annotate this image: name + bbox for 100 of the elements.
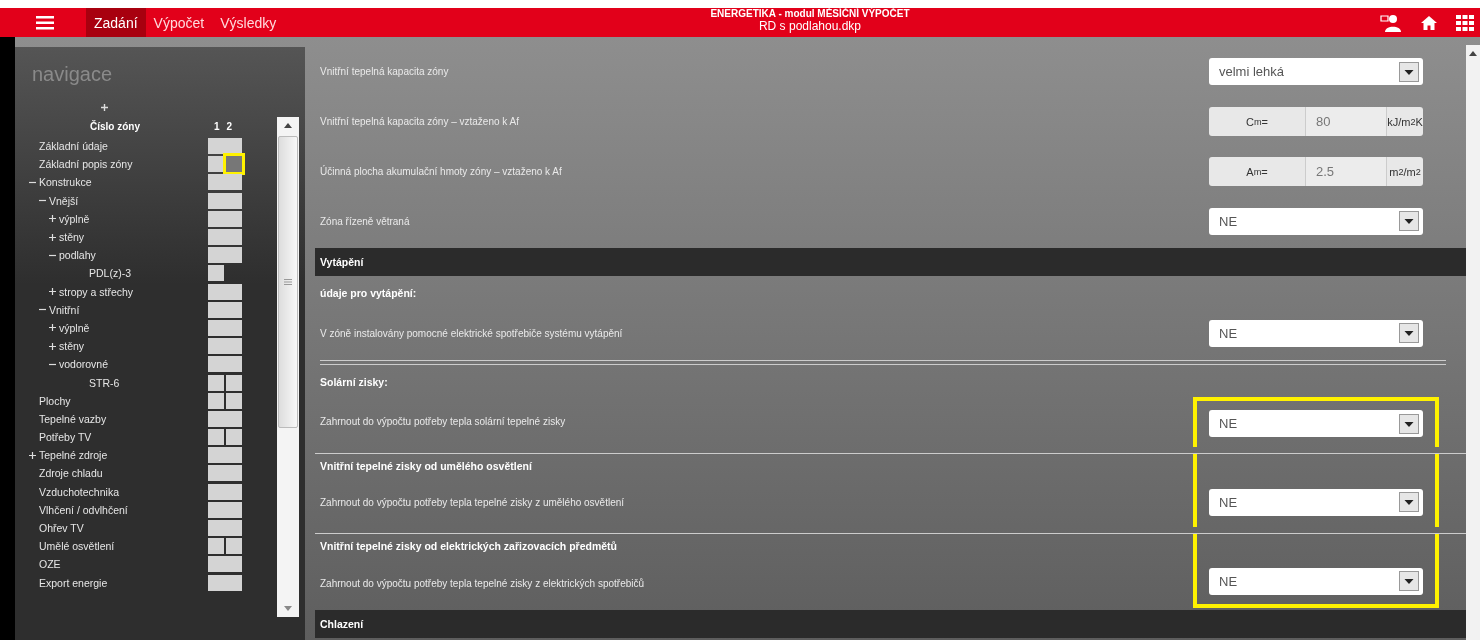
- zone-cell[interactable]: [208, 247, 242, 264]
- zone-cell[interactable]: [208, 520, 242, 537]
- zone-cell[interactable]: [226, 429, 242, 446]
- home-icon[interactable]: [1420, 14, 1438, 31]
- zone-cell[interactable]: [208, 410, 242, 427]
- zone-cell[interactable]: [208, 319, 242, 336]
- nav-item[interactable]: podlahy: [59, 249, 96, 262]
- plus-icon[interactable]: [49, 324, 56, 332]
- plus-icon[interactable]: [49, 233, 56, 241]
- scroll-down-icon[interactable]: [284, 606, 292, 611]
- section-header: Vytápění: [315, 248, 1466, 277]
- zone-cell[interactable]: [208, 283, 242, 300]
- field-label: Zahrnout do výpočtu potřeby tepla tepelné zisky z elektrických spotřebičů: [320, 577, 646, 589]
- zone-cell[interactable]: [208, 138, 242, 155]
- zone-cell[interactable]: [208, 356, 242, 373]
- field-label: Vnitřní tepelná kapacita zóny – vztaženo k Af: [320, 116, 520, 128]
- plus-icon[interactable]: [49, 342, 56, 350]
- zone-cell[interactable]: [208, 574, 242, 591]
- zone-cell[interactable]: [208, 392, 224, 409]
- field-label: Zahrnout do výpočtu potřeby tepla tepelné zisky z umělého osvětlení: [320, 496, 626, 508]
- menu-icon[interactable]: [36, 15, 54, 30]
- nav-item[interactable]: Vnitřní: [49, 303, 80, 316]
- zone-cell[interactable]: [208, 538, 224, 555]
- zone-cell[interactable]: [208, 192, 242, 209]
- scrollbar[interactable]: [277, 117, 299, 617]
- nav-item[interactable]: OZE: [39, 558, 61, 571]
- nav-item[interactable]: Konstrukce: [39, 176, 92, 189]
- zone-cell[interactable]: [208, 374, 224, 391]
- user-edit-icon[interactable]: [1380, 13, 1402, 32]
- caret-icon: [1399, 492, 1419, 513]
- nav-tab[interactable]: Výsledky: [212, 8, 285, 37]
- field-label: Vnitřní tepelná kapacita zóny: [320, 66, 450, 78]
- zone-cell[interactable]: [208, 501, 242, 518]
- field-label: V zóně instalovány pomocné elektrické spotřebiče systému vytápění: [320, 327, 624, 339]
- nav-tab[interactable]: Výpočet: [145, 8, 213, 37]
- zone-cell[interactable]: [208, 465, 242, 482]
- dropdown[interactable]: NE: [1209, 207, 1423, 235]
- zone-cell[interactable]: [208, 229, 242, 246]
- caret-icon: [1399, 211, 1419, 232]
- zone-cell[interactable]: [208, 265, 224, 282]
- nav-item[interactable]: stěny: [59, 231, 85, 244]
- app-title: ENERGETIKA - modul MĚSÍČNÍ VÝPOČET: [710, 8, 910, 19]
- dropdown[interactable]: NE: [1209, 319, 1423, 347]
- plus-icon[interactable]: [49, 215, 56, 223]
- nav-item[interactable]: Ohřev TV: [39, 522, 84, 535]
- nav-item[interactable]: Umělé osvětlení: [39, 540, 115, 553]
- plus-icon[interactable]: [49, 288, 56, 296]
- zone-cell[interactable]: [208, 301, 242, 318]
- caret-icon: [1399, 571, 1419, 592]
- nav-item[interactable]: Základní údaje: [39, 140, 108, 153]
- nav-item[interactable]: stropy a střechy: [59, 285, 134, 298]
- dropdown[interactable]: NE: [1209, 567, 1423, 595]
- nav-item[interactable]: Export energie: [39, 576, 108, 589]
- nav-item[interactable]: stěny: [59, 340, 85, 353]
- zone-cell[interactable]: [208, 556, 242, 573]
- sidebar-title: navigace: [31, 62, 114, 87]
- dropdown[interactable]: NE: [1209, 410, 1423, 438]
- zone-cell[interactable]: [208, 429, 224, 446]
- nav-item[interactable]: Plochy: [39, 394, 71, 407]
- zone-cell[interactable]: [226, 538, 242, 555]
- zone-number: 2: [226, 120, 233, 132]
- nav-item[interactable]: Potřeby TV: [39, 431, 92, 444]
- nav-item[interactable]: výplně: [59, 212, 90, 225]
- subheading: údaje pro vytápění:: [320, 287, 418, 300]
- zone-cell[interactable]: [226, 156, 242, 173]
- zone-cell[interactable]: [208, 483, 242, 500]
- nav-item[interactable]: vodorovné: [59, 358, 109, 371]
- plus-icon[interactable]: [101, 103, 108, 111]
- caret-icon: [1399, 413, 1419, 434]
- grid-icon[interactable]: [1456, 14, 1474, 31]
- zone-cell[interactable]: [208, 338, 242, 355]
- scroll-up-icon[interactable]: [1469, 51, 1477, 56]
- plus-icon[interactable]: [29, 451, 36, 459]
- nav-item[interactable]: výplně: [59, 321, 90, 334]
- value-field: 2.5: [1306, 157, 1387, 187]
- zone-cell[interactable]: [208, 174, 242, 191]
- nav-item[interactable]: Vzduchotechnika: [39, 485, 119, 498]
- nav-item[interactable]: Vlhčení / odvlhčení: [39, 503, 128, 516]
- nav-item[interactable]: Tepelné zdroje: [39, 449, 108, 462]
- zone-cell[interactable]: [208, 210, 242, 227]
- nav-item[interactable]: PDL(z)-3: [69, 267, 131, 280]
- nav-item[interactable]: STR-6: [69, 376, 120, 389]
- zone-cell[interactable]: [226, 374, 242, 391]
- scroll-thumb[interactable]: [278, 136, 298, 428]
- nav-tab[interactable]: Zadání: [86, 8, 146, 37]
- dropdown[interactable]: velmi lehká: [1209, 58, 1423, 86]
- field-label: Zahrnout do výpočtu potřeby tepla solární tepelné zisky: [320, 416, 567, 428]
- scrollbar[interactable]: [1466, 45, 1480, 640]
- subheading: Vnitřní tepelné zisky od umělého osvětlení: [320, 459, 533, 472]
- field-label: Účinná plocha akumulační hmoty zóny – vztaženo k Af: [320, 166, 563, 178]
- nav-item[interactable]: Zdroje chladu: [39, 467, 103, 480]
- zone-cell[interactable]: [208, 447, 242, 464]
- zone-cell[interactable]: [208, 156, 224, 173]
- nav-item[interactable]: Tepelné vazby: [39, 412, 107, 425]
- grip-icon: [284, 279, 292, 285]
- zone-cell[interactable]: [226, 392, 242, 409]
- dropdown[interactable]: NE: [1209, 488, 1423, 516]
- nav-item[interactable]: Vnější: [49, 194, 79, 207]
- scroll-up-icon[interactable]: [284, 123, 292, 128]
- nav-item[interactable]: Základní popis zóny: [39, 158, 133, 171]
